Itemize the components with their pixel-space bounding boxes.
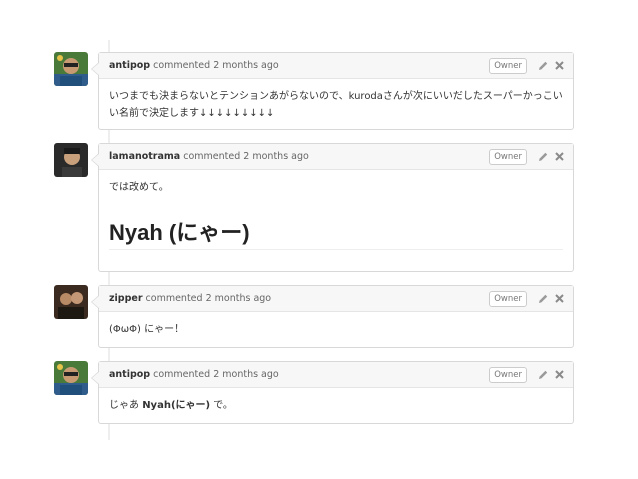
avatar-lamanotrama[interactable]	[54, 143, 88, 177]
comment-header: antipop commented 2 months ago Owner	[99, 362, 573, 388]
comment-action: commented	[183, 151, 241, 162]
comment-text: では改めて。	[109, 182, 169, 193]
owner-badge: Owner	[489, 149, 527, 165]
comment-body: いつまでも決まらないとテンションあがらないので、kurodaさんが次にいいだした…	[109, 91, 563, 119]
owner-badge: Owner	[489, 58, 527, 74]
close-icon[interactable]	[554, 60, 565, 71]
pencil-icon[interactable]	[537, 60, 549, 72]
comment-author[interactable]: antipop	[109, 369, 150, 380]
close-icon[interactable]	[554, 151, 565, 162]
comment-box: zipper commented 2 months ago Owner (ΦωΦ…	[91, 285, 574, 348]
comment-body: では改めて。 Nyah (にゃー)	[99, 170, 573, 258]
avatar-antipop[interactable]	[54, 361, 88, 395]
avatar-antipop[interactable]	[54, 52, 88, 86]
comment-text-prefix: じゃあ	[109, 400, 143, 411]
comment-time[interactable]: 2 months ago	[243, 151, 309, 162]
comment-header: lamanotrama commented 2 months ago Owner	[99, 144, 573, 170]
comment-time[interactable]: 2 months ago	[213, 60, 279, 71]
comment-action: commented	[153, 369, 211, 380]
comment-time[interactable]: 2 months ago	[206, 293, 272, 304]
comment-body: じゃあ Nyah(にゃー) で。	[99, 388, 573, 422]
close-icon[interactable]	[554, 293, 565, 304]
owner-badge: Owner	[489, 291, 527, 307]
pencil-icon[interactable]	[537, 293, 549, 305]
close-icon[interactable]	[554, 369, 565, 380]
comment-action: commented	[145, 293, 203, 304]
comment-author[interactable]: lamanotrama	[109, 151, 180, 162]
comment-box: antipop commented 2 months ago Owner いつま…	[91, 52, 574, 130]
owner-badge: Owner	[489, 367, 527, 383]
pencil-icon[interactable]	[537, 369, 549, 381]
comment-box: lamanotrama commented 2 months ago Owner…	[91, 143, 574, 272]
avatar-zipper[interactable]	[54, 285, 88, 319]
comment-action: commented	[153, 60, 211, 71]
comment-text-suffix: で。	[210, 400, 233, 411]
comment-box: antipop commented 2 months ago Owner じゃあ…	[91, 361, 574, 424]
comment-text-bold: Nyah(にゃー)	[142, 400, 211, 411]
comment-time[interactable]: 2 months ago	[213, 369, 279, 380]
pencil-icon[interactable]	[537, 151, 549, 163]
comment-header: antipop commented 2 months ago Owner	[99, 53, 573, 79]
comment-author[interactable]: antipop	[109, 60, 150, 71]
comment-header: zipper commented 2 months ago Owner	[99, 286, 573, 312]
comment-body: (ΦωΦ) にゃー！	[109, 324, 185, 335]
comment-heading: Nyah (にゃー)	[109, 222, 563, 250]
comment-author[interactable]: zipper	[109, 293, 143, 304]
